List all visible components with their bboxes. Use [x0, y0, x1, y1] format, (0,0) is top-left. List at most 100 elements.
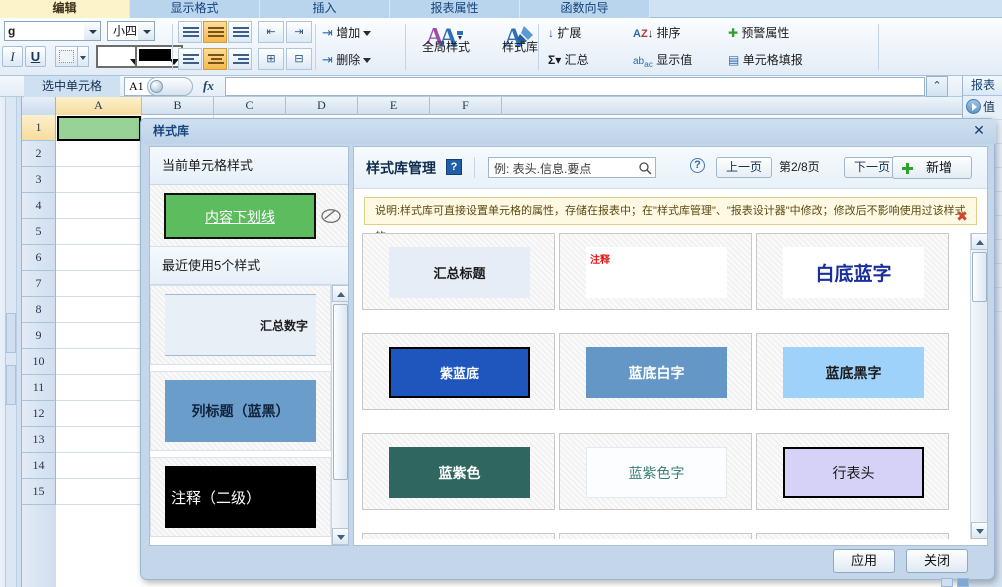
recent-list-scrollbar[interactable] [331, 285, 348, 545]
panel-item-value[interactable]: 值 [963, 96, 1002, 120]
name-box-toggle[interactable] [147, 77, 193, 96]
row-header-3[interactable]: 3 [22, 167, 56, 193]
gutter-handle-lower[interactable] [6, 365, 16, 405]
recent-style-item-3[interactable]: 注释（二级） [150, 457, 331, 537]
column-header-b[interactable]: B [142, 97, 214, 115]
scroll-down-icon[interactable] [332, 528, 348, 545]
style-card-9[interactable]: 行表头 [756, 433, 949, 510]
cell-fill-report-button[interactable]: ▤ 单元格填报 [728, 49, 803, 71]
style-card-1[interactable]: 汇总标题 [362, 233, 555, 310]
style-card-4[interactable]: 紫蓝底 [362, 333, 555, 410]
italic-button[interactable]: I [2, 46, 23, 67]
ribbon-tab-insert[interactable]: 插入 [260, 0, 390, 18]
column-header-a[interactable]: A [56, 97, 142, 115]
style-card-5[interactable]: 蓝底白字 [559, 333, 752, 410]
question-circle-icon[interactable]: ? [690, 158, 705, 173]
align-bottom-button[interactable] [228, 21, 252, 43]
column-header-e[interactable]: E [358, 97, 430, 115]
search-input[interactable]: 例: 表头.信息.要点 [494, 160, 591, 177]
style-card-12[interactable] [756, 533, 949, 539]
display-value-button[interactable]: abac 显示值 [633, 49, 692, 75]
grid-cell[interactable] [56, 245, 142, 271]
select-all-corner[interactable] [22, 97, 56, 115]
scroll-up-icon[interactable] [332, 285, 348, 302]
font-size-dropdown-icon[interactable] [138, 21, 155, 41]
prev-page-button[interactable]: 上一页 [716, 157, 772, 178]
style-card-10[interactable] [362, 533, 555, 539]
row-header-11[interactable]: 11 [22, 375, 56, 401]
row-header-4[interactable]: 4 [22, 193, 56, 219]
style-card-7[interactable]: 蓝紫色 [362, 433, 555, 510]
notice-close-icon[interactable]: ✖ [956, 203, 968, 229]
dialog-close-button[interactable]: 关闭 [906, 549, 968, 573]
row-header-8[interactable]: 8 [22, 297, 56, 323]
row-header-2[interactable]: 2 [22, 141, 56, 167]
summary-button[interactable]: Σ▾ 汇总 [548, 49, 589, 71]
new-style-button[interactable]: 新增 [892, 156, 972, 179]
style-card-2[interactable]: 注释 [559, 233, 752, 310]
underline-button[interactable]: U [25, 46, 46, 67]
grid-cell[interactable] [56, 453, 142, 479]
search-icon[interactable] [638, 161, 652, 175]
row-header-14[interactable]: 14 [22, 453, 56, 479]
row-header-7[interactable]: 7 [22, 271, 56, 297]
alert-property-button[interactable]: ✚ 预警属性 [728, 22, 789, 44]
add-row-button[interactable]: ⇥ 增加 [322, 22, 372, 44]
align-middle-button[interactable] [203, 21, 227, 43]
style-library-button[interactable]: A 样式库 [484, 20, 556, 55]
grid-cell[interactable] [56, 427, 142, 453]
column-header-c[interactable]: C [214, 97, 286, 115]
recent-styles-list[interactable]: 汇总数字 列标题（蓝黑） 注释（二级） [150, 285, 348, 545]
borders-dropdown-icon[interactable] [78, 46, 89, 67]
scroll-up-icon[interactable] [971, 233, 988, 250]
grid-cell[interactable] [56, 297, 142, 323]
grid-cell[interactable] [56, 141, 142, 167]
row-header-9[interactable]: 9 [22, 323, 56, 349]
delete-row-button[interactable]: ⇥ 删除 [322, 49, 372, 71]
row-header-10[interactable]: 10 [22, 349, 56, 375]
column-header-d[interactable]: D [286, 97, 358, 115]
apply-button[interactable]: 应用 [833, 549, 895, 573]
recent-style-item-2[interactable]: 列标题（蓝黑） [150, 371, 331, 451]
style-card-3[interactable]: 白底蓝字 [756, 233, 949, 310]
align-top-button[interactable] [178, 21, 202, 43]
ribbon-tab-edit[interactable]: 编辑 [0, 0, 130, 18]
grid-cell[interactable] [56, 271, 142, 297]
gallery-scrollbar[interactable] [970, 233, 988, 539]
borders-button[interactable] [55, 46, 78, 67]
eraser-icon[interactable] [320, 207, 342, 225]
style-search-box[interactable]: 例: 表头.信息.要点 [488, 157, 656, 178]
hscroll-right-marker[interactable] [957, 578, 969, 587]
hscroll-left-marker[interactable] [941, 578, 953, 587]
grid-cell[interactable] [56, 193, 142, 219]
selected-cell-a1[interactable] [57, 116, 141, 141]
row-header-12[interactable]: 12 [22, 401, 56, 427]
grid-cell[interactable] [56, 323, 142, 349]
increase-indent-button[interactable]: ⇥ [286, 21, 312, 43]
help-badge-icon[interactable]: ? [446, 159, 462, 175]
dialog-close-icon[interactable]: ✕ [971, 123, 987, 139]
sort-button[interactable]: AZ↓ 排序 [633, 22, 681, 45]
scrollbar-thumb[interactable] [333, 304, 348, 480]
row-header-5[interactable]: 5 [22, 219, 56, 245]
font-name-dropdown-icon[interactable] [84, 21, 101, 41]
grid-cell[interactable] [56, 401, 142, 427]
formula-input[interactable] [225, 77, 925, 96]
align-center-button[interactable] [203, 48, 227, 70]
expand-button[interactable]: ↓ 扩展 [548, 22, 581, 44]
recent-style-item-1[interactable]: 汇总数字 [150, 285, 331, 365]
decrease-indent-button[interactable]: ⇤ [258, 21, 284, 43]
grid-cell[interactable] [56, 375, 142, 401]
ribbon-tab-report-property[interactable]: 报表属性 [390, 0, 520, 18]
grid-cell[interactable] [56, 479, 142, 505]
grid-cell[interactable] [56, 349, 142, 375]
scrollbar-thumb[interactable] [972, 252, 987, 302]
column-header-f[interactable]: F [430, 97, 502, 115]
ribbon-tab-function-wizard[interactable]: 函数向导 [520, 0, 650, 18]
collapse-ribbon-button[interactable]: ⌃ [926, 76, 948, 97]
align-left-button[interactable] [178, 48, 202, 70]
text-color-button[interactable] [135, 45, 183, 68]
split-cells-button[interactable]: ⊟ [286, 48, 312, 70]
row-header-15[interactable]: 15 [22, 479, 56, 505]
current-style-chip[interactable]: 内容下划线 [164, 193, 316, 239]
